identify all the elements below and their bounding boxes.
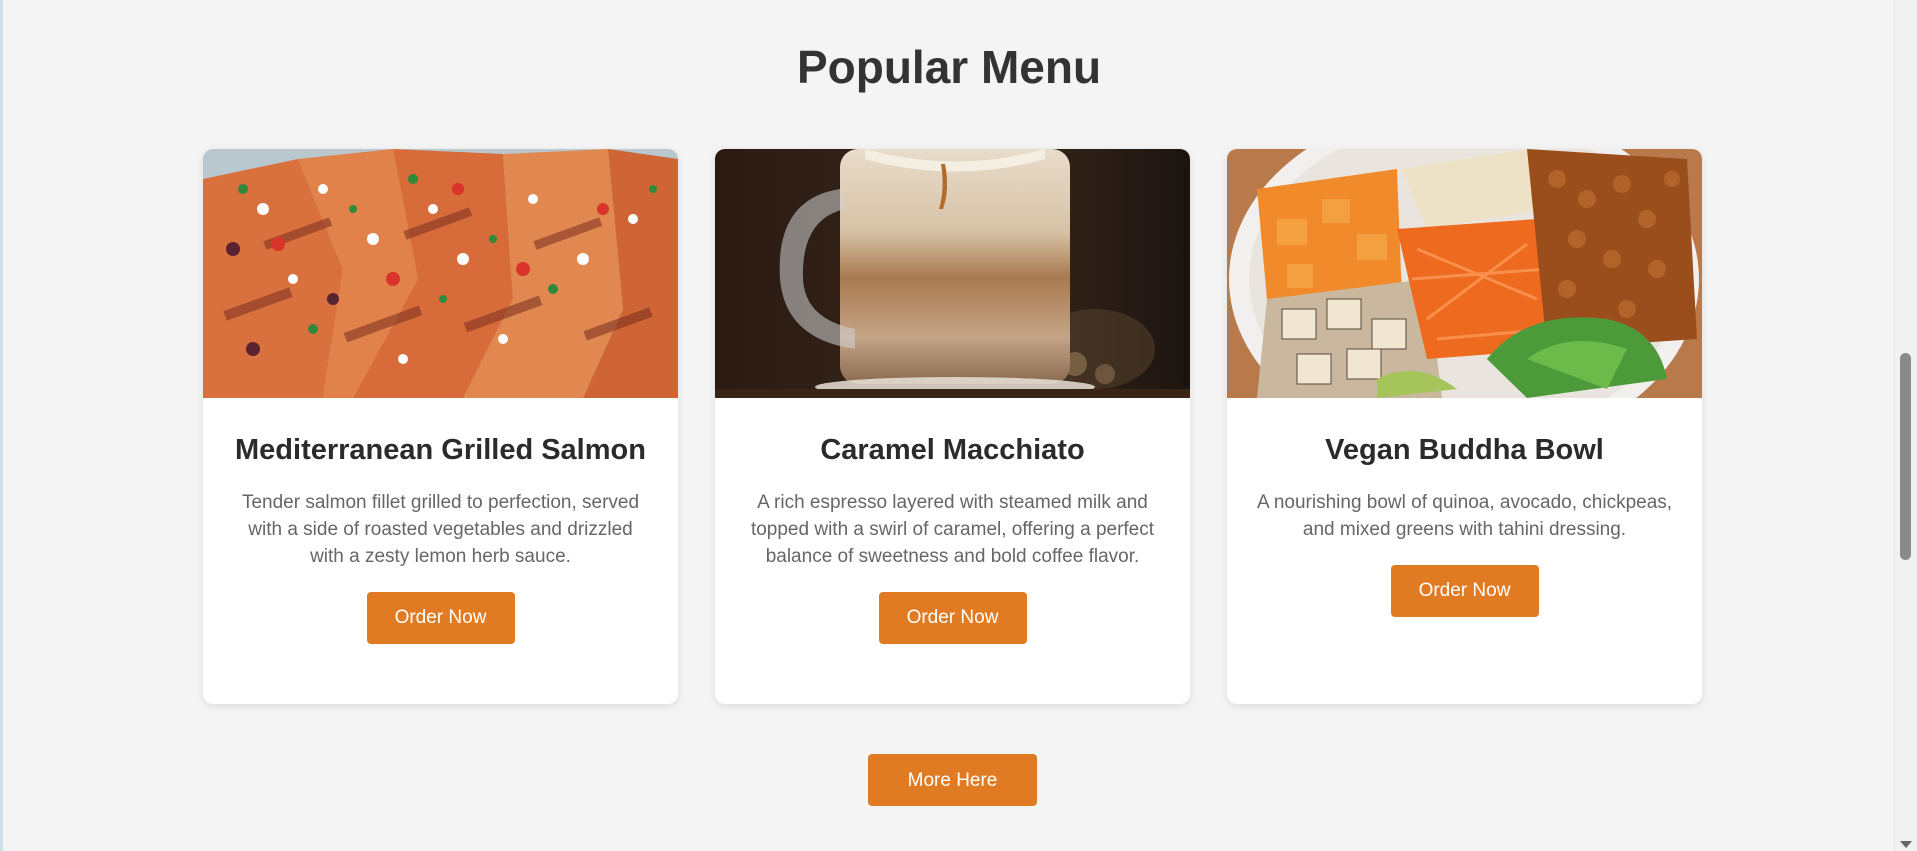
page: Popular Menu Mediterranean Grilled Salmo… (0, 0, 1917, 851)
card-title: Vegan Buddha Bowl (1325, 434, 1604, 466)
card-title: Mediterranean Grilled Salmon (235, 434, 646, 466)
scrollbar-thumb[interactable] (1900, 353, 1911, 560)
order-now-button[interactable]: Order Now (878, 592, 1027, 644)
card-description: Tender salmon fillet grilled to perfecti… (241, 492, 640, 567)
card-description: A nourishing bowl of quinoa, avocado, ch… (1256, 492, 1673, 540)
menu-cards: Mediterranean Grilled Salmon Tender salm… (203, 149, 1702, 704)
menu-card: Mediterranean Grilled Salmon Tender salm… (203, 149, 678, 704)
buddha-bowl-image (1227, 149, 1702, 398)
menu-card: Caramel Macchiato A rich espresso layere… (715, 149, 1190, 704)
order-now-button[interactable]: Order Now (366, 592, 515, 644)
vertical-scrollbar[interactable] (1894, 0, 1917, 851)
menu-card: Vegan Buddha Bowl A nourishing bowl of q… (1227, 149, 1702, 704)
section-title: Popular Menu (796, 41, 1102, 93)
more-here-button[interactable]: More Here (868, 754, 1037, 806)
caramel-macchiato-image (715, 149, 1190, 398)
order-now-button[interactable]: Order Now (1390, 565, 1539, 617)
scroll-down-arrow-icon[interactable] (1900, 841, 1912, 848)
grilled-salmon-image (203, 149, 678, 398)
card-title: Caramel Macchiato (820, 434, 1085, 466)
card-description: A rich espresso layered with steamed mil… (750, 492, 1155, 567)
